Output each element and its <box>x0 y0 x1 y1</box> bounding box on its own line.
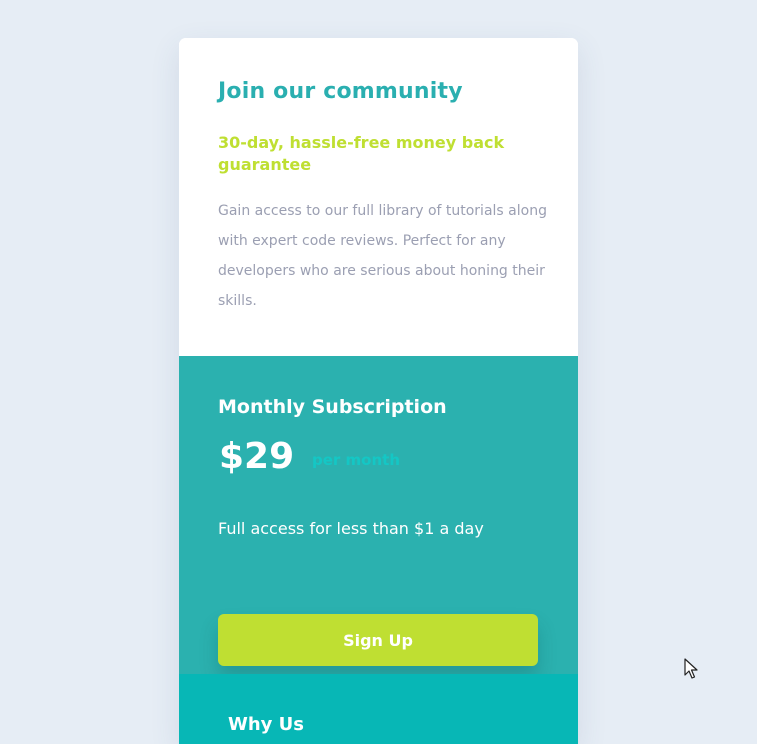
community-section: Join our community 30-day, hassle-free m… <box>179 38 578 356</box>
subscription-section: Monthly Subscription $29 per month Full … <box>179 356 578 674</box>
guarantee-text: 30-day, hassle-free money back guarantee <box>218 133 505 174</box>
subscription-access-text: Full access for less than $1 a day <box>218 519 484 538</box>
sign-up-button[interactable]: Sign Up <box>218 614 538 666</box>
community-title: Join our community <box>218 79 463 104</box>
why-us-section: Why Us <box>179 674 578 744</box>
subscription-title: Monthly Subscription <box>218 396 447 418</box>
community-description: Gain access to our full library of tutor… <box>218 203 547 309</box>
pricing-card: Join our community 30-day, hassle-free m… <box>179 38 578 744</box>
why-us-title: Why Us <box>228 714 304 735</box>
subscription-period: per month <box>312 451 400 469</box>
subscription-price: $29 <box>219 436 295 477</box>
mouse-pointer-icon <box>684 658 698 679</box>
